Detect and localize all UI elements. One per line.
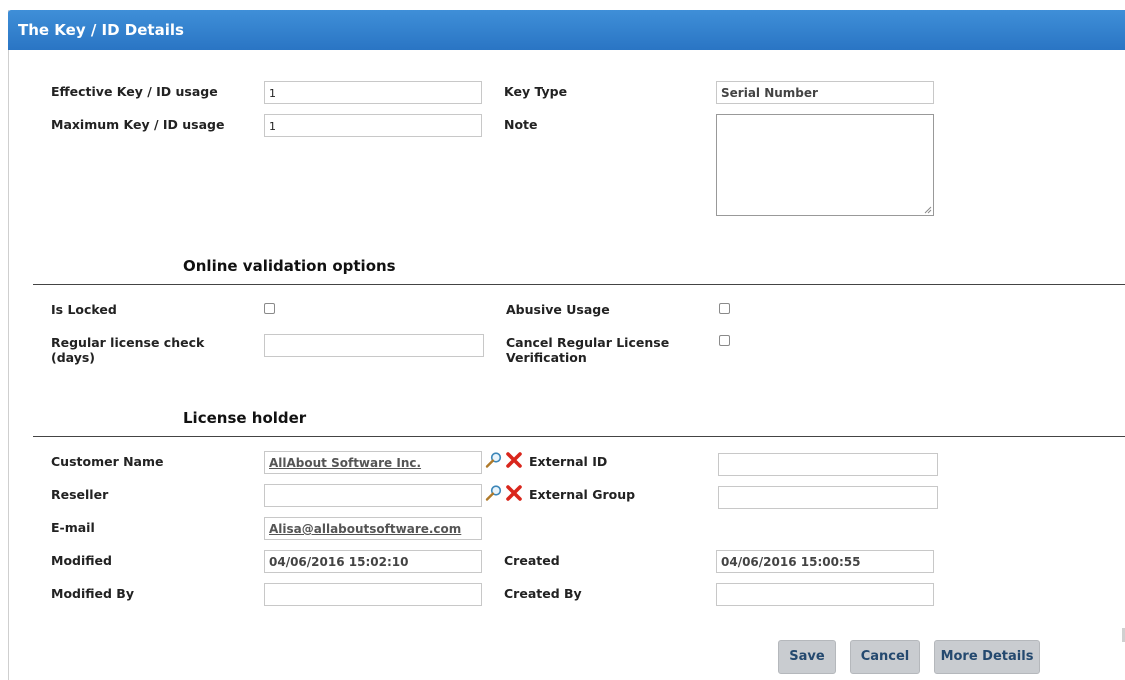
- panel-header: The Key / ID Details: [8, 10, 1125, 50]
- abusive-usage-checkbox[interactable]: [719, 303, 730, 314]
- key-type-label: Key Type: [504, 84, 568, 99]
- external-group-input[interactable]: [718, 486, 938, 509]
- maximum-usage-label: Maximum Key / ID usage: [51, 117, 225, 132]
- regular-check-input[interactable]: [264, 334, 484, 357]
- regular-check-label-line2: (days): [51, 350, 96, 365]
- customer-name-field[interactable]: AllAbout Software Inc.: [264, 451, 482, 474]
- abusive-usage-label: Abusive Usage: [506, 302, 610, 317]
- created-field: 04/06/2016 15:00:55: [716, 550, 934, 573]
- created-label: Created: [504, 553, 560, 568]
- cancel-regular-label-line2: Verification: [506, 350, 587, 365]
- note-label: Note: [504, 117, 538, 132]
- customer-name-label: Customer Name: [51, 454, 164, 469]
- modified-by-label: Modified By: [51, 586, 134, 601]
- modified-by-field: [264, 583, 482, 606]
- magnifier-icon[interactable]: [485, 484, 503, 502]
- maximum-usage-input[interactable]: 1: [264, 114, 482, 137]
- save-button[interactable]: Save: [778, 640, 836, 674]
- modified-label: Modified: [51, 553, 112, 568]
- cancel-button[interactable]: Cancel: [850, 640, 920, 674]
- external-id-label: External ID: [529, 454, 608, 469]
- regular-check-label-line1: Regular license check: [51, 335, 205, 350]
- is-locked-checkbox[interactable]: [264, 303, 275, 314]
- resize-grip-icon[interactable]: [924, 206, 932, 214]
- email-label: E-mail: [51, 520, 95, 535]
- magnifier-icon[interactable]: [485, 451, 503, 469]
- cancel-regular-checkbox[interactable]: [719, 335, 730, 346]
- more-details-button[interactable]: More Details: [934, 640, 1040, 674]
- effective-usage-input[interactable]: 1: [264, 81, 482, 104]
- note-textarea[interactable]: [716, 114, 934, 216]
- external-id-input[interactable]: [718, 453, 938, 476]
- red-x-icon[interactable]: [505, 484, 523, 502]
- license-holder-title: License holder: [183, 409, 307, 427]
- section-divider: [33, 436, 1125, 437]
- online-validation-title: Online validation options: [183, 257, 396, 275]
- red-x-icon[interactable]: [505, 451, 523, 469]
- cancel-regular-label-line1: Cancel Regular License: [506, 335, 670, 350]
- modified-field: 04/06/2016 15:02:10: [264, 550, 482, 573]
- key-type-field[interactable]: Serial Number: [716, 81, 934, 104]
- external-group-label: External Group: [529, 487, 636, 502]
- panel-title: The Key / ID Details: [18, 21, 184, 39]
- section-divider: [33, 284, 1125, 285]
- reseller-field[interactable]: [264, 484, 482, 507]
- is-locked-label: Is Locked: [51, 302, 117, 317]
- effective-usage-label: Effective Key / ID usage: [51, 84, 218, 99]
- reseller-label: Reseller: [51, 487, 109, 502]
- email-field[interactable]: Alisa@allaboutsoftware.com: [264, 517, 482, 540]
- created-by-label: Created By: [504, 586, 582, 601]
- created-by-field: [716, 583, 934, 606]
